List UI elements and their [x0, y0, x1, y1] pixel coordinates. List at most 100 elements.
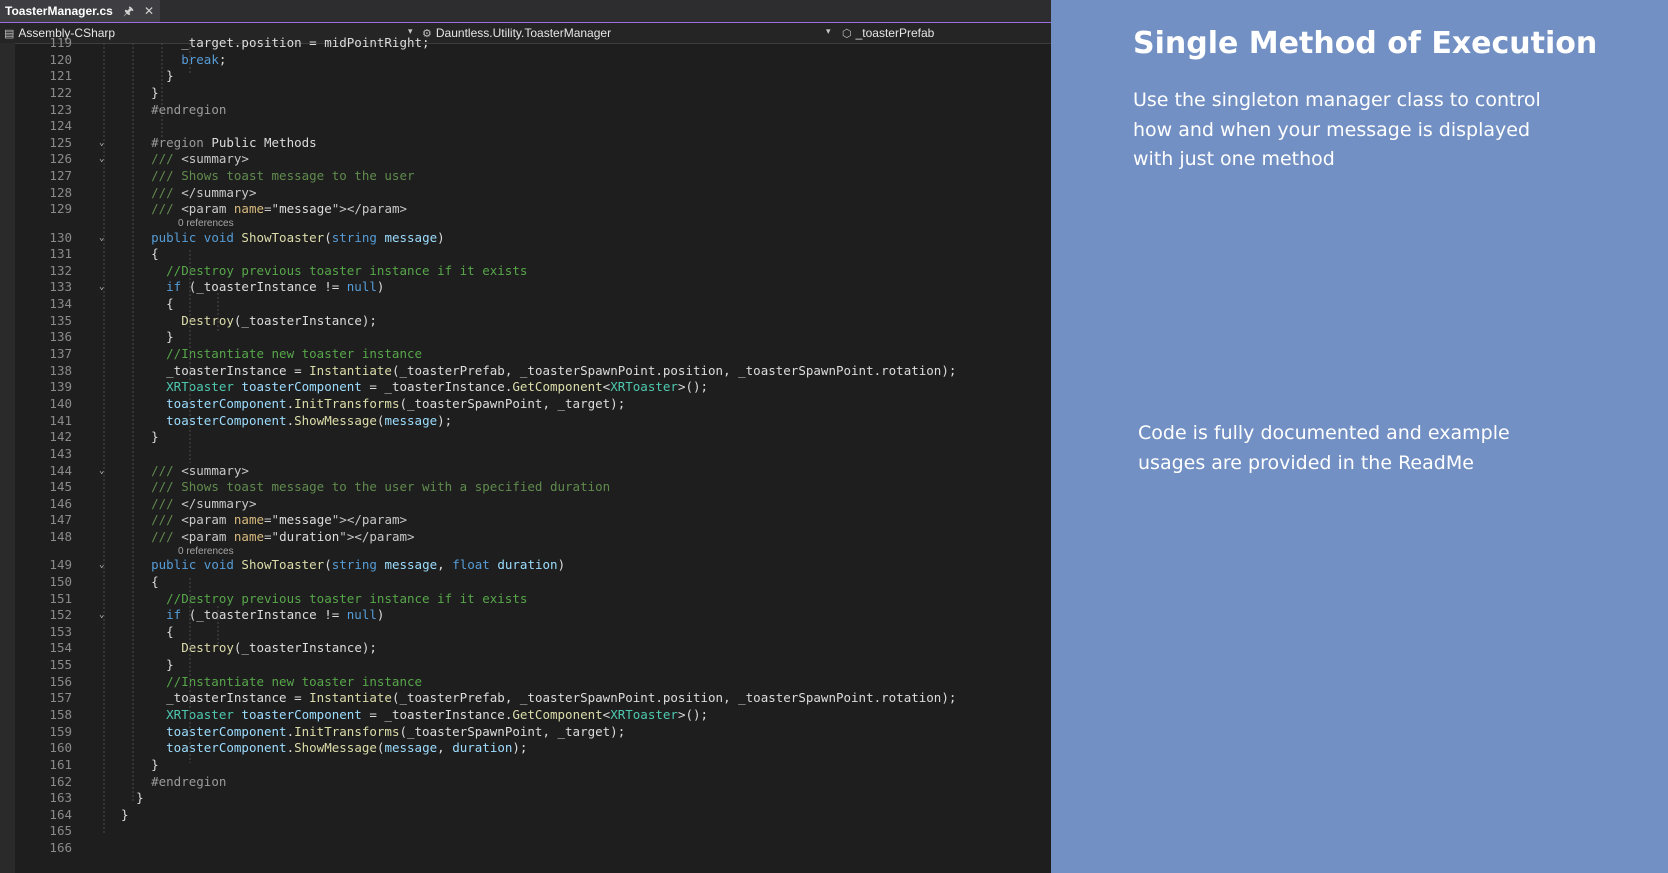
code-token: #region [151, 134, 212, 150]
code-token: "></param> [331, 512, 408, 528]
code-text: Destroy(_toasterInstance); [121, 313, 377, 330]
code-line: 139 XRToaster toasterComponent = _toaste… [0, 379, 1051, 396]
line-number: 125 [49, 134, 72, 150]
code-token: message [384, 557, 438, 573]
fold-toggle-icon[interactable]: ⌄ [99, 463, 104, 480]
code-line: 150 { [0, 574, 1051, 591]
code-token: /// [151, 512, 182, 528]
code-text: { [121, 574, 159, 591]
fold-toggle-icon[interactable]: ⌄ [99, 279, 104, 296]
line-number: 157 [49, 690, 72, 706]
line-number: 160 [49, 740, 72, 756]
line-number: 139 [49, 379, 72, 395]
code-line: 148 /// <param name="duration"></param> [0, 529, 1051, 546]
line-number: 126 [49, 151, 72, 167]
close-icon[interactable]: ✕ [144, 5, 154, 17]
code-token: /// [151, 201, 182, 217]
code-token: (_toasterSpawnPoint, _target); [399, 723, 626, 739]
line-number: 147 [49, 512, 72, 528]
code-text: #endregion [121, 774, 226, 791]
code-token: Instantiate [309, 690, 392, 706]
code-token: ) [376, 279, 385, 295]
code-line: 129 /// <param name="message"></param> [0, 201, 1051, 218]
code-line: 119 _target.position = midPointRight; [0, 35, 1051, 52]
line-number: 130 [49, 229, 72, 245]
pin-icon[interactable]: 🖈︎ [123, 5, 134, 17]
code-token: . [286, 412, 295, 428]
code-text: #endregion [121, 102, 226, 119]
code-line: 140 toasterComponent.InitTransforms(_toa… [0, 396, 1051, 413]
code-token: (_toasterInstance); [233, 640, 377, 656]
code-token: } [166, 657, 174, 673]
code-token: } [166, 68, 174, 84]
references-link[interactable]: 0 references [178, 546, 234, 558]
code-token: if [166, 279, 189, 295]
line-number: 162 [49, 773, 72, 789]
tab-toastermanager[interactable]: ToasterManager.cs 🖈︎ ✕ [0, 0, 160, 22]
references-link[interactable]: 0 references [178, 218, 234, 230]
code-text: } [121, 85, 159, 102]
code-token: /// [151, 462, 182, 478]
code-token: "></param> [331, 201, 408, 217]
code-token: /// Shows toast message to the user [151, 168, 415, 184]
line-number: 128 [49, 184, 72, 200]
code-token: Public Methods [211, 134, 317, 150]
line-number: 148 [49, 529, 72, 545]
code-token: =" [264, 529, 280, 545]
code-line: 160 toasterComponent.ShowMessage(message… [0, 740, 1051, 757]
code-token: ( [324, 229, 332, 245]
fold-toggle-icon[interactable]: ⌄ [99, 135, 104, 152]
code-line: 121 } [0, 68, 1051, 85]
code-lens: 0 references [0, 218, 1051, 230]
code-token: public void [151, 557, 242, 573]
code-text: /// <param name="message"></param> [121, 201, 407, 218]
code-token: (_toasterInstance != [188, 607, 347, 623]
code-text: #region Public Methods [121, 135, 317, 152]
code-line: 162 #endregion [0, 774, 1051, 791]
code-token: >(); [677, 379, 709, 395]
fold-toggle-icon[interactable]: ⌄ [99, 607, 104, 624]
code-text: /// <param name="duration"></param> [121, 529, 415, 546]
code-text: } [121, 657, 174, 674]
code-text: toasterComponent.ShowMessage(message); [121, 413, 452, 430]
code-area[interactable]: 119 _target.position = midPointRight; 120… [0, 35, 1051, 873]
line-number: 120 [49, 51, 72, 67]
code-token: duration [279, 529, 340, 545]
fold-toggle-icon[interactable]: ⌄ [99, 151, 104, 168]
code-text: /// <summary> [121, 151, 249, 168]
line-number: 146 [49, 495, 72, 511]
code-line: 164} [0, 807, 1051, 824]
code-token: (_toasterPrefab, _toasterSpawnPoint.posi… [391, 362, 957, 378]
code-line: 144 ⌄ /// <summary> [0, 463, 1051, 480]
code-token: name [233, 529, 265, 545]
code-token: <param [181, 529, 234, 545]
code-text: //Instantiate new toaster instance [121, 674, 422, 691]
line-number: 156 [49, 673, 72, 689]
code-token: toasterComponent [241, 379, 362, 395]
code-token: , [437, 557, 453, 573]
fold-toggle-icon[interactable]: ⌄ [99, 230, 104, 247]
code-token: ); [512, 740, 528, 756]
code-token: ) [557, 557, 566, 573]
code-line: 145 /// Shows toast message to the user … [0, 479, 1051, 496]
code-token: toasterComponent [166, 412, 287, 428]
line-number: 122 [49, 84, 72, 100]
code-line: 130 ⌄ public void ShowToaster(string mess… [0, 230, 1051, 247]
code-token: "></param> [339, 529, 415, 545]
code-token: , [437, 740, 453, 756]
code-line: 128 /// </summary> [0, 185, 1051, 202]
line-number: 135 [49, 312, 72, 328]
code-token: #endregion [151, 101, 227, 117]
code-line: 122 } [0, 85, 1051, 102]
code-line: 120 break; [0, 52, 1051, 69]
code-editor[interactable]: ToasterManager.cs 🖈︎ ✕ ▤ Assembly-CSharp… [0, 0, 1051, 873]
code-token: //Destroy previous toaster instance if i… [166, 590, 528, 606]
line-number: 132 [49, 262, 72, 278]
line-number: 124 [49, 118, 72, 134]
code-token: >(); [677, 706, 709, 722]
code-token: { [151, 573, 159, 589]
panel-note: Code is fully documented and example usa… [1138, 422, 1510, 474]
line-number: 137 [49, 346, 72, 362]
fold-toggle-icon[interactable]: ⌄ [99, 557, 104, 574]
code-text: /// Shows toast message to the user [121, 168, 415, 185]
